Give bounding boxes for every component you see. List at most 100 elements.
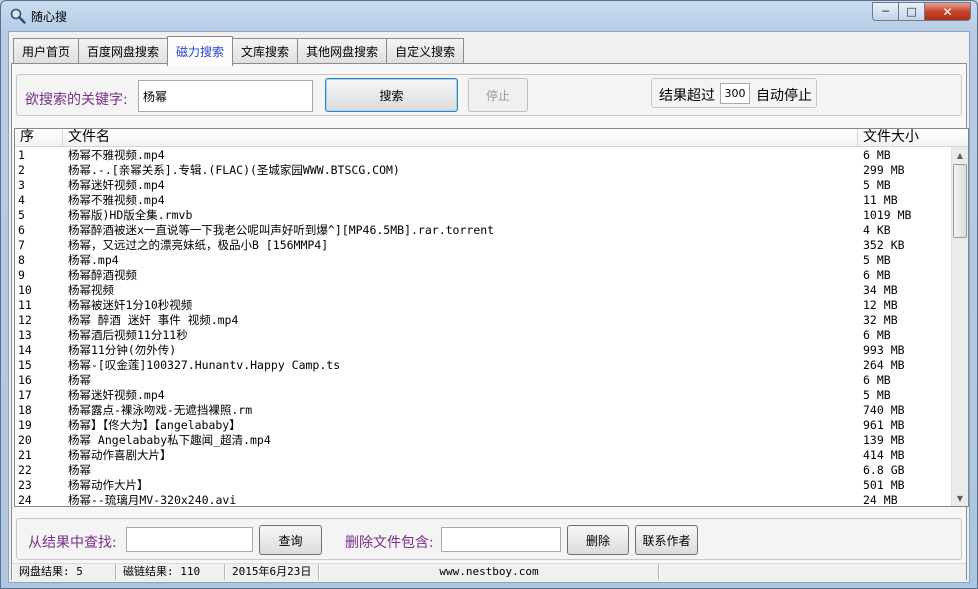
row-filesize: 501 MB xyxy=(863,478,905,492)
table-row[interactable]: 12 杨幂 醉酒 迷奸 事件 视频.mp4 32 MB xyxy=(15,313,952,328)
title-bar[interactable]: 随心搜 ─ □ ✕ xyxy=(1,1,977,31)
table-row[interactable]: 17 杨幂迷奸视频.mp4 5 MB xyxy=(15,388,952,403)
table-row[interactable]: 10 杨幂视频 34 MB xyxy=(15,283,952,298)
table-row[interactable]: 21 杨幂动作喜剧大片】 414 MB xyxy=(15,448,952,463)
row-index: 1 xyxy=(18,148,25,162)
exclude-filename-label: 删除文件包含: xyxy=(345,535,434,551)
query-button[interactable]: 查询 xyxy=(259,525,322,555)
row-filesize: 6 MB xyxy=(863,373,891,387)
row-index: 6 xyxy=(18,223,25,237)
row-filesize: 6 MB xyxy=(863,268,891,282)
row-index: 13 xyxy=(18,328,32,342)
row-index: 11 xyxy=(18,298,32,312)
client-area: 用户首页 百度网盘搜索 磁力搜索 文库搜索 其他网盘搜索 自定义搜索 欲搜索的关… xyxy=(8,31,970,583)
row-index: 9 xyxy=(18,268,25,282)
row-filesize: 6 MB xyxy=(863,328,891,342)
row-index: 5 xyxy=(18,208,25,222)
column-header-filename[interactable]: 文件名 xyxy=(63,129,858,147)
row-filename: 杨幂-[叹金莲]100327.Hunantv.Happy Camp.ts xyxy=(68,358,341,372)
row-filename: 杨幂11分钟(勿外传) xyxy=(68,343,177,357)
table-row[interactable]: 11 杨幂被迷奸1分10秒视频 12 MB xyxy=(15,298,952,313)
tab-baidu-pan-search[interactable]: 百度网盘搜索 xyxy=(78,38,169,64)
tab-home[interactable]: 用户首页 xyxy=(13,38,80,64)
exclude-filename-input[interactable] xyxy=(441,527,561,552)
table-row[interactable]: 23 杨幂动作大片】 501 MB xyxy=(15,478,952,493)
table-row[interactable]: 19 杨幂】【佟大为】【angelababy】 961 MB xyxy=(15,418,952,433)
row-filename: 杨幂视频 xyxy=(68,283,114,297)
vertical-scrollbar[interactable]: ▲ ▼ xyxy=(951,147,968,506)
table-row[interactable]: 18 杨幂露点-裸泳吻戏-无遮挡裸照.rm 740 MB xyxy=(15,403,952,418)
row-index: 22 xyxy=(18,463,32,477)
row-filename: 杨幂，又远过之的漂亮妹纸，极品小B [156MMP4] xyxy=(68,238,329,252)
status-date: 2015年6月23日 xyxy=(225,564,319,580)
table-row[interactable]: 6 杨幂醉酒被迷x一直说等一下我老公呢叫声好听到爆^][MP46.5MB].rar… xyxy=(15,223,952,238)
row-filename: 杨幂不雅视频.mp4 xyxy=(68,148,165,162)
maximize-button[interactable]: □ xyxy=(899,2,925,21)
table-row[interactable]: 16 杨幂 6 MB xyxy=(15,373,952,388)
table-row[interactable]: 20 杨幂 Angelababy私下趣闻_超清.mp4 139 MB xyxy=(15,433,952,448)
table-row[interactable]: 24 杨幂--琉璃月MV-320x240.avi 24 MB xyxy=(15,493,952,506)
search-button[interactable]: 搜索 xyxy=(325,78,458,112)
tab-strip: 用户首页 百度网盘搜索 磁力搜索 文库搜索 其他网盘搜索 自定义搜索 xyxy=(13,36,465,66)
table-row[interactable]: 1 杨幂不雅视频.mp4 6 MB xyxy=(15,148,952,163)
row-index: 17 xyxy=(18,388,32,402)
row-filesize: 4 KB xyxy=(863,223,891,237)
row-filename: 杨幂动作喜剧大片】 xyxy=(68,448,172,462)
tab-magnet-search[interactable]: 磁力搜索 xyxy=(167,36,234,66)
table-row[interactable]: 9 杨幂醉酒视频 6 MB xyxy=(15,268,952,283)
table-row[interactable]: 8 杨幂.mp4 5 MB xyxy=(15,253,952,268)
contact-author-button[interactable]: 联系作者 xyxy=(635,525,698,555)
auto-stop-group: 结果超过 300 自动停止 xyxy=(651,78,817,108)
table-row[interactable]: 14 杨幂11分钟(勿外传) 993 MB xyxy=(15,343,952,358)
row-index: 10 xyxy=(18,283,32,297)
result-limit-input[interactable]: 300 xyxy=(720,83,750,104)
status-pan-results: 网盘结果: 5 xyxy=(12,564,116,580)
row-filename: 杨幂】【佟大为】【angelababy】 xyxy=(68,418,241,432)
tab-custom-search[interactable]: 自定义搜索 xyxy=(386,38,465,64)
row-filesize: 32 MB xyxy=(863,313,898,327)
row-filesize: 5 MB xyxy=(863,388,891,402)
row-filename: 杨幂动作大片】 xyxy=(68,478,149,492)
row-filesize: 414 MB xyxy=(863,448,905,462)
stop-button[interactable]: 停止 xyxy=(468,78,528,112)
row-filesize: 299 MB xyxy=(863,163,905,177)
row-filesize: 961 MB xyxy=(863,418,905,432)
table-row[interactable]: 22 杨幂 6.8 GB xyxy=(15,463,952,478)
close-button[interactable]: ✕ xyxy=(925,2,971,21)
row-index: 19 xyxy=(18,418,32,432)
status-extra xyxy=(659,564,966,580)
tab-other-pan-search[interactable]: 其他网盘搜索 xyxy=(297,38,388,64)
auto-stop-prefix: 结果超过 xyxy=(659,88,715,104)
table-row[interactable]: 2 杨幂.-.[亲幂关系].专辑.(FLAC)(圣城家园WWW.BTSCG.COM… xyxy=(15,163,952,178)
row-filename: 杨幂 醉酒 迷奸 事件 视频.mp4 xyxy=(68,313,239,327)
status-magnet-results: 磁链结果: 110 xyxy=(116,564,225,580)
row-filesize: 264 MB xyxy=(863,358,905,372)
search-group: 欲搜索的关键字: 搜索 停止 结果超过 300 自动停止 xyxy=(16,74,962,116)
results-list[interactable]: 序 文件名 文件大小 1 杨幂不雅视频.mp4 6 MB 2 杨幂.-.[亲幂关系].专… xyxy=(14,128,969,507)
row-index: 8 xyxy=(18,253,25,267)
table-row[interactable]: 7 杨幂，又远过之的漂亮妹纸，极品小B [156MMP4] 352 KB xyxy=(15,238,952,253)
row-filesize: 34 MB xyxy=(863,283,898,297)
keyword-input[interactable] xyxy=(138,80,313,112)
scroll-up-icon[interactable]: ▲ xyxy=(952,147,968,163)
scroll-down-icon[interactable]: ▼ xyxy=(952,490,968,506)
row-index: 3 xyxy=(18,178,25,192)
column-header-filesize[interactable]: 文件大小 xyxy=(858,129,952,147)
find-in-results-input[interactable] xyxy=(126,527,253,552)
row-filename: 杨幂酒后视频11分11秒 xyxy=(68,328,188,342)
table-row[interactable]: 5 杨幂版)HD版全集.rmvb 1019 MB xyxy=(15,208,952,223)
row-index: 7 xyxy=(18,238,25,252)
column-header-index[interactable]: 序 xyxy=(15,129,63,147)
table-row[interactable]: 15 杨幂-[叹金莲]100327.Hunantv.Happy Camp.ts 26… xyxy=(15,358,952,373)
row-index: 2 xyxy=(18,163,25,177)
table-row[interactable]: 13 杨幂酒后视频11分11秒 6 MB xyxy=(15,328,952,343)
row-filename: 杨幂版)HD版全集.rmvb xyxy=(68,208,193,222)
tab-doc-library-search[interactable]: 文库搜索 xyxy=(232,38,299,64)
table-row[interactable]: 4 杨幂不雅视频.mp4 11 MB xyxy=(15,193,952,208)
app-logo-icon xyxy=(10,8,26,24)
scroll-thumb[interactable] xyxy=(953,164,967,238)
minimize-button[interactable]: ─ xyxy=(872,2,899,21)
table-row[interactable]: 3 杨幂迷奸视频.mp4 5 MB xyxy=(15,178,952,193)
delete-button[interactable]: 删除 xyxy=(567,525,629,555)
app-window: 随心搜 ─ □ ✕ 用户首页 百度网盘搜索 磁力搜索 文库搜索 其他网盘搜索 自… xyxy=(0,0,978,589)
